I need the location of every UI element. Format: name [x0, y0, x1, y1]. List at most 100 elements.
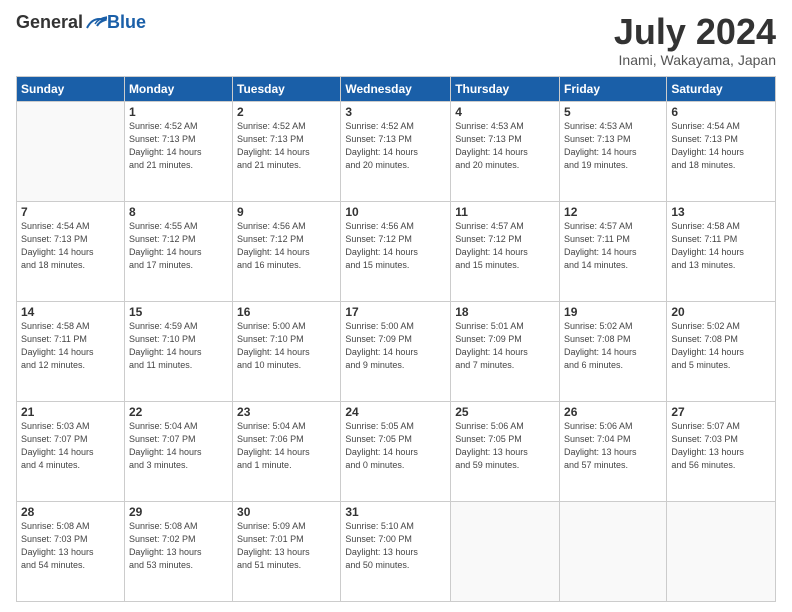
calendar-cell: 30Sunrise: 5:09 AM Sunset: 7:01 PM Dayli… [233, 501, 341, 601]
day-info: Sunrise: 4:58 AM Sunset: 7:11 PM Dayligh… [21, 320, 120, 372]
calendar-cell: 6Sunrise: 4:54 AM Sunset: 7:13 PM Daylig… [667, 101, 776, 201]
day-info: Sunrise: 5:06 AM Sunset: 7:04 PM Dayligh… [564, 420, 662, 472]
day-number: 12 [564, 205, 662, 219]
day-number: 23 [237, 405, 336, 419]
week-row-3: 14Sunrise: 4:58 AM Sunset: 7:11 PM Dayli… [17, 301, 776, 401]
logo: General Blue [16, 12, 146, 33]
day-number: 26 [564, 405, 662, 419]
day-info: Sunrise: 5:05 AM Sunset: 7:05 PM Dayligh… [345, 420, 446, 472]
day-header-wednesday: Wednesday [341, 76, 451, 101]
logo-text: General Blue [16, 12, 146, 33]
day-header-saturday: Saturday [667, 76, 776, 101]
day-number: 24 [345, 405, 446, 419]
calendar-cell: 9Sunrise: 4:56 AM Sunset: 7:12 PM Daylig… [233, 201, 341, 301]
header: General Blue July 2024 Inami, Wakayama, … [16, 12, 776, 68]
day-number: 18 [455, 305, 555, 319]
day-number: 27 [671, 405, 771, 419]
calendar-cell: 11Sunrise: 4:57 AM Sunset: 7:12 PM Dayli… [451, 201, 560, 301]
week-row-2: 7Sunrise: 4:54 AM Sunset: 7:13 PM Daylig… [17, 201, 776, 301]
day-number: 1 [129, 105, 228, 119]
calendar-cell [560, 501, 667, 601]
calendar-cell: 22Sunrise: 5:04 AM Sunset: 7:07 PM Dayli… [124, 401, 232, 501]
day-info: Sunrise: 5:09 AM Sunset: 7:01 PM Dayligh… [237, 520, 336, 572]
day-info: Sunrise: 4:59 AM Sunset: 7:10 PM Dayligh… [129, 320, 228, 372]
calendar-cell: 7Sunrise: 4:54 AM Sunset: 7:13 PM Daylig… [17, 201, 125, 301]
day-number: 8 [129, 205, 228, 219]
day-info: Sunrise: 4:56 AM Sunset: 7:12 PM Dayligh… [237, 220, 336, 272]
calendar-cell: 5Sunrise: 4:53 AM Sunset: 7:13 PM Daylig… [560, 101, 667, 201]
day-number: 9 [237, 205, 336, 219]
day-info: Sunrise: 5:02 AM Sunset: 7:08 PM Dayligh… [671, 320, 771, 372]
calendar-cell: 17Sunrise: 5:00 AM Sunset: 7:09 PM Dayli… [341, 301, 451, 401]
day-number: 7 [21, 205, 120, 219]
day-number: 31 [345, 505, 446, 519]
day-info: Sunrise: 5:07 AM Sunset: 7:03 PM Dayligh… [671, 420, 771, 472]
calendar-cell: 2Sunrise: 4:52 AM Sunset: 7:13 PM Daylig… [233, 101, 341, 201]
day-number: 4 [455, 105, 555, 119]
calendar-cell: 19Sunrise: 5:02 AM Sunset: 7:08 PM Dayli… [560, 301, 667, 401]
day-info: Sunrise: 4:54 AM Sunset: 7:13 PM Dayligh… [21, 220, 120, 272]
day-number: 5 [564, 105, 662, 119]
day-header-tuesday: Tuesday [233, 76, 341, 101]
day-number: 11 [455, 205, 555, 219]
day-info: Sunrise: 4:56 AM Sunset: 7:12 PM Dayligh… [345, 220, 446, 272]
week-row-4: 21Sunrise: 5:03 AM Sunset: 7:07 PM Dayli… [17, 401, 776, 501]
calendar-cell: 16Sunrise: 5:00 AM Sunset: 7:10 PM Dayli… [233, 301, 341, 401]
day-number: 14 [21, 305, 120, 319]
day-number: 3 [345, 105, 446, 119]
location-subtitle: Inami, Wakayama, Japan [614, 52, 776, 68]
day-info: Sunrise: 4:53 AM Sunset: 7:13 PM Dayligh… [564, 120, 662, 172]
day-info: Sunrise: 4:52 AM Sunset: 7:13 PM Dayligh… [129, 120, 228, 172]
day-info: Sunrise: 4:54 AM Sunset: 7:13 PM Dayligh… [671, 120, 771, 172]
calendar-cell: 14Sunrise: 4:58 AM Sunset: 7:11 PM Dayli… [17, 301, 125, 401]
calendar-cell [667, 501, 776, 601]
day-number: 2 [237, 105, 336, 119]
calendar-cell: 15Sunrise: 4:59 AM Sunset: 7:10 PM Dayli… [124, 301, 232, 401]
day-number: 15 [129, 305, 228, 319]
day-info: Sunrise: 5:00 AM Sunset: 7:10 PM Dayligh… [237, 320, 336, 372]
calendar-cell: 27Sunrise: 5:07 AM Sunset: 7:03 PM Dayli… [667, 401, 776, 501]
calendar-cell: 20Sunrise: 5:02 AM Sunset: 7:08 PM Dayli… [667, 301, 776, 401]
day-info: Sunrise: 5:08 AM Sunset: 7:03 PM Dayligh… [21, 520, 120, 572]
calendar-cell: 4Sunrise: 4:53 AM Sunset: 7:13 PM Daylig… [451, 101, 560, 201]
day-number: 30 [237, 505, 336, 519]
day-header-monday: Monday [124, 76, 232, 101]
day-info: Sunrise: 5:08 AM Sunset: 7:02 PM Dayligh… [129, 520, 228, 572]
calendar-cell: 31Sunrise: 5:10 AM Sunset: 7:00 PM Dayli… [341, 501, 451, 601]
calendar-cell: 10Sunrise: 4:56 AM Sunset: 7:12 PM Dayli… [341, 201, 451, 301]
day-header-friday: Friday [560, 76, 667, 101]
day-info: Sunrise: 4:53 AM Sunset: 7:13 PM Dayligh… [455, 120, 555, 172]
day-info: Sunrise: 4:57 AM Sunset: 7:11 PM Dayligh… [564, 220, 662, 272]
day-number: 16 [237, 305, 336, 319]
day-number: 13 [671, 205, 771, 219]
day-info: Sunrise: 5:04 AM Sunset: 7:07 PM Dayligh… [129, 420, 228, 472]
calendar-cell: 24Sunrise: 5:05 AM Sunset: 7:05 PM Dayli… [341, 401, 451, 501]
day-info: Sunrise: 5:04 AM Sunset: 7:06 PM Dayligh… [237, 420, 336, 472]
day-info: Sunrise: 4:58 AM Sunset: 7:11 PM Dayligh… [671, 220, 771, 272]
day-info: Sunrise: 5:03 AM Sunset: 7:07 PM Dayligh… [21, 420, 120, 472]
day-number: 22 [129, 405, 228, 419]
calendar-cell: 25Sunrise: 5:06 AM Sunset: 7:05 PM Dayli… [451, 401, 560, 501]
week-row-5: 28Sunrise: 5:08 AM Sunset: 7:03 PM Dayli… [17, 501, 776, 601]
calendar-header-row: SundayMondayTuesdayWednesdayThursdayFrid… [17, 76, 776, 101]
day-info: Sunrise: 4:57 AM Sunset: 7:12 PM Dayligh… [455, 220, 555, 272]
day-number: 29 [129, 505, 228, 519]
day-info: Sunrise: 5:01 AM Sunset: 7:09 PM Dayligh… [455, 320, 555, 372]
calendar-table: SundayMondayTuesdayWednesdayThursdayFrid… [16, 76, 776, 602]
day-info: Sunrise: 5:02 AM Sunset: 7:08 PM Dayligh… [564, 320, 662, 372]
calendar-cell: 23Sunrise: 5:04 AM Sunset: 7:06 PM Dayli… [233, 401, 341, 501]
calendar-cell: 3Sunrise: 4:52 AM Sunset: 7:13 PM Daylig… [341, 101, 451, 201]
title-block: July 2024 Inami, Wakayama, Japan [614, 12, 776, 68]
day-number: 19 [564, 305, 662, 319]
day-number: 6 [671, 105, 771, 119]
calendar-cell: 26Sunrise: 5:06 AM Sunset: 7:04 PM Dayli… [560, 401, 667, 501]
calendar-cell: 8Sunrise: 4:55 AM Sunset: 7:12 PM Daylig… [124, 201, 232, 301]
calendar-cell: 1Sunrise: 4:52 AM Sunset: 7:13 PM Daylig… [124, 101, 232, 201]
logo-general: General [16, 12, 83, 33]
day-info: Sunrise: 5:06 AM Sunset: 7:05 PM Dayligh… [455, 420, 555, 472]
month-title: July 2024 [614, 12, 776, 52]
day-header-sunday: Sunday [17, 76, 125, 101]
day-info: Sunrise: 5:10 AM Sunset: 7:00 PM Dayligh… [345, 520, 446, 572]
calendar-cell [451, 501, 560, 601]
calendar-cell: 29Sunrise: 5:08 AM Sunset: 7:02 PM Dayli… [124, 501, 232, 601]
